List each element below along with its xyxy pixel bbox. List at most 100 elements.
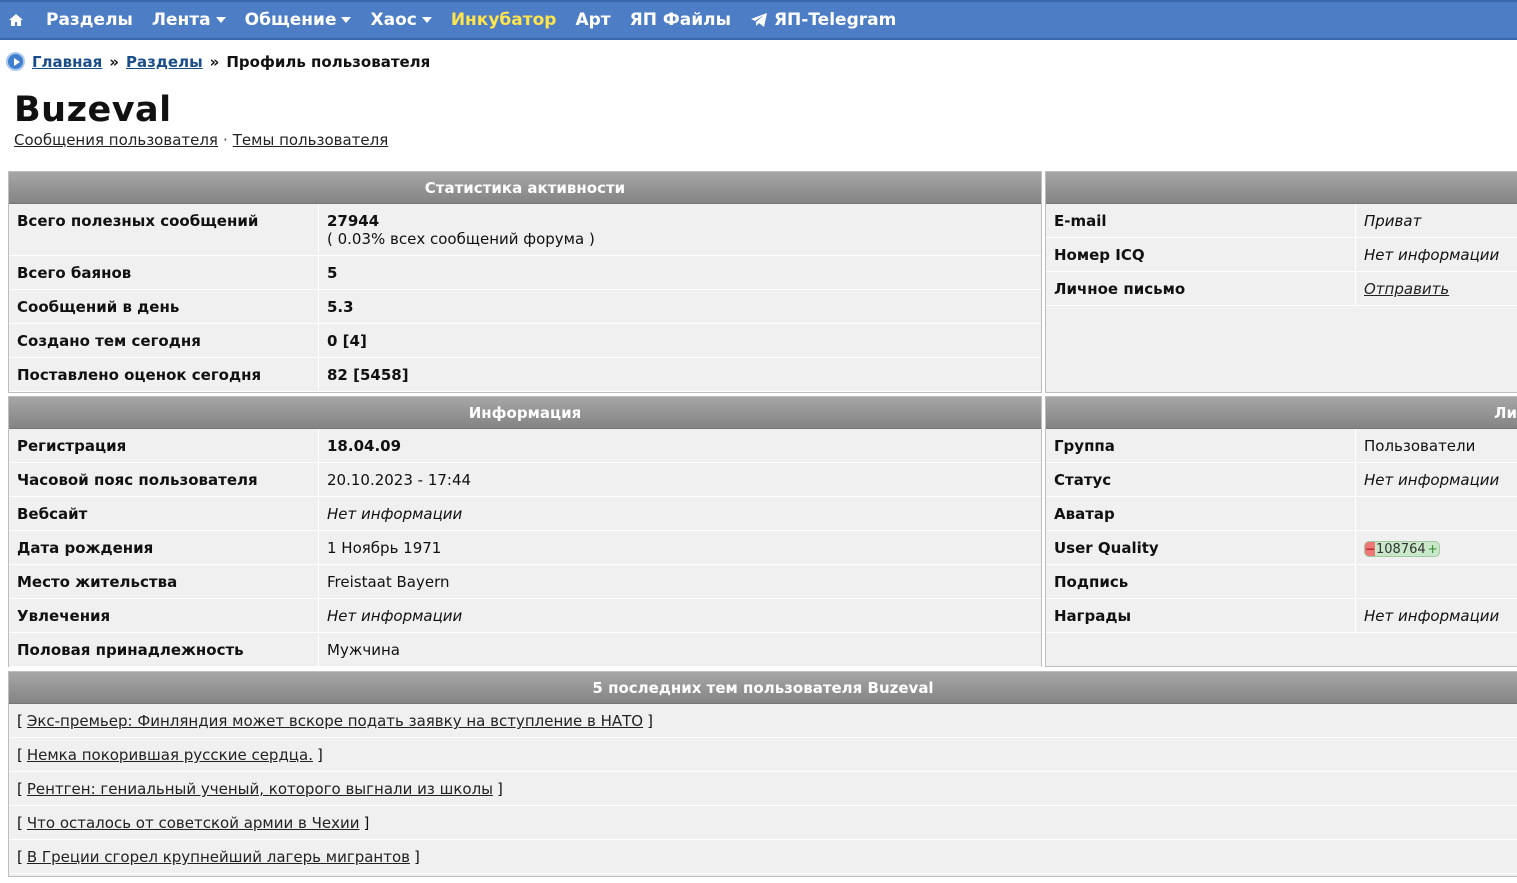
panel-header — [1046, 172, 1517, 204]
bracket: [ — [17, 848, 23, 866]
nav-item-label: Лента — [151, 10, 211, 30]
row-value: 27944( 0.03% всех сообщений форума ) — [319, 204, 1041, 255]
nav-item-chaos[interactable]: Хаос — [370, 10, 432, 30]
profile-links: Сообщения пользователя · Темы пользователя — [14, 131, 388, 149]
row-label: Номер ICQ — [1046, 238, 1356, 271]
send-message-link[interactable]: Отправить — [1364, 280, 1449, 298]
bracket: ] — [363, 814, 370, 832]
table-row: Номер ICQ Нет информации — [1046, 238, 1517, 272]
table-row: Всего полезных сообщений 27944( 0.03% вс… — [9, 204, 1041, 256]
table-row: Увлечения Нет информации — [9, 599, 1041, 633]
row-value: Freistaat Bayern — [327, 573, 450, 591]
row-label: Аватар — [1046, 497, 1356, 530]
row-label: Личное письмо — [1046, 272, 1356, 305]
topic-link[interactable]: Немка покорившая русские сердца. — [27, 746, 313, 764]
topic-link[interactable]: Что осталось от советской армии в Чехии — [27, 814, 360, 832]
nav-item-feed[interactable]: Лента — [152, 10, 226, 30]
row-label: Подпись — [1046, 565, 1356, 598]
breadcrumb-sections-link[interactable]: Разделы — [126, 53, 203, 71]
list-item: [В Греции сгорел крупнейший лагерь мигра… — [9, 840, 1517, 874]
row-label: Регистрация — [9, 429, 319, 462]
topic-link[interactable]: В Греции сгорел крупнейший лагерь мигран… — [27, 848, 410, 866]
row-value — [1356, 497, 1517, 530]
link-separator: · — [222, 131, 228, 149]
quality-minus-button[interactable]: − — [1365, 542, 1375, 556]
table-row: Регистрация 18.04.09 — [9, 429, 1041, 463]
row-label: Увлечения — [9, 599, 319, 632]
row-value: 5 — [327, 264, 338, 282]
breadcrumb-separator: » — [209, 52, 220, 71]
nav-item-art[interactable]: Арт — [575, 10, 610, 30]
table-row: Личное письмо Отправить — [1046, 272, 1517, 306]
table-row: Вебсайт Нет информации — [9, 497, 1041, 531]
table-row: Подпись — [1046, 565, 1517, 599]
row-label: Сообщений в день — [9, 290, 319, 323]
breadcrumb-separator: » — [109, 52, 119, 71]
panel-header: 5 последних тем пользователя Buzeval — [9, 672, 1517, 704]
bracket: ] — [647, 712, 653, 730]
bracket: ] — [497, 780, 503, 798]
breadcrumb-current: Профиль пользователя — [226, 52, 431, 71]
row-value: 5.3 — [327, 298, 354, 316]
row-value: 0 [4] — [327, 332, 367, 350]
table-row: Статус Нет информации — [1046, 463, 1517, 497]
row-value: Пользователи — [1364, 437, 1476, 455]
panel-header: Статистика активности — [9, 172, 1041, 204]
nav-item-incubator[interactable]: Инкубатор — [451, 10, 557, 30]
topic-link[interactable]: Рентген: гениальный ученый, которого выг… — [27, 780, 493, 798]
table-row: Часовой пояс пользователя 20.10.2023 - 1… — [9, 463, 1041, 497]
nav-item-label: Общение — [244, 10, 337, 30]
row-value: Нет информации — [1364, 471, 1500, 489]
user-quality-widget: − 108764 + — [1364, 541, 1440, 557]
row-label: Часовой пояс пользователя — [9, 463, 319, 496]
row-label: Группа — [1046, 429, 1356, 462]
nav-item-label: Разделы — [46, 10, 133, 30]
table-row: Группа Пользователи — [1046, 429, 1517, 463]
info-panel: Информация Регистрация 18.04.09 Часовой … — [8, 396, 1042, 667]
row-value: 20.10.2023 - 17:44 — [327, 471, 472, 489]
quality-plus-button[interactable]: + — [1428, 542, 1438, 556]
bracket: [ — [17, 712, 23, 730]
row-label: Дата рождения — [9, 531, 319, 564]
table-row: Создано тем сегодня 0 [4] — [9, 324, 1041, 358]
nav-item-label: ЯП Файлы — [629, 10, 731, 30]
user-topics-link[interactable]: Темы пользователя — [233, 131, 389, 149]
table-row: Половая принадлежность Мужчина — [9, 633, 1041, 667]
chevron-down-icon — [341, 17, 352, 23]
row-label: Всего баянов — [9, 256, 319, 289]
row-label: Вебсайт — [9, 497, 319, 530]
nav-item-label: Инкубатор — [450, 10, 557, 30]
breadcrumb: Главная » Разделы » Профиль пользователя — [6, 52, 430, 71]
row-label: Половая принадлежность — [9, 633, 319, 666]
nav-item-files[interactable]: ЯП Файлы — [630, 10, 731, 30]
user-posts-link[interactable]: Сообщения пользователя — [14, 131, 218, 149]
home-icon[interactable] — [8, 12, 24, 28]
bracket: ] — [413, 848, 420, 866]
page-title: Buzeval — [14, 90, 172, 130]
nav-item-sections[interactable]: Разделы — [46, 10, 133, 30]
value-text: 27944 — [327, 212, 380, 230]
row-label: Место жительства — [9, 565, 319, 598]
row-value: 82 [5458] — [327, 366, 409, 384]
bracket: ] — [316, 746, 323, 764]
bracket: [ — [17, 814, 23, 832]
row-value: Приват — [1364, 212, 1422, 230]
table-row: E-mail Приват — [1046, 204, 1517, 238]
telegram-icon — [750, 13, 767, 27]
row-value: Отправить — [1356, 272, 1517, 305]
topic-link[interactable]: Экс-премьер: Финляндия может вскоре пода… — [27, 712, 643, 730]
quality-value: 108764 — [1376, 541, 1426, 557]
breadcrumb-home-link[interactable]: Главная — [32, 53, 102, 71]
row-label: Статус — [1046, 463, 1356, 496]
nav-item-communication[interactable]: Общение — [245, 10, 352, 30]
table-row: Сообщений в день 5.3 — [9, 290, 1041, 324]
top-navigation: Разделы Лента Общение Хаос Инкубатор Арт… — [0, 0, 1517, 40]
list-item: [Рентген: гениальный ученый, которого вы… — [9, 772, 1517, 806]
table-row: User Quality − 108764 + — [1046, 531, 1517, 565]
nav-item-telegram[interactable]: ЯП-Telegram — [750, 10, 896, 30]
nav-item-label: Арт — [575, 10, 611, 30]
row-value: 18.04.09 — [327, 437, 402, 455]
list-item: [Что осталось от советской армии в Чехии… — [9, 806, 1517, 840]
arrow-circle-icon — [6, 52, 25, 71]
table-row: Награды Нет информации — [1046, 599, 1517, 633]
